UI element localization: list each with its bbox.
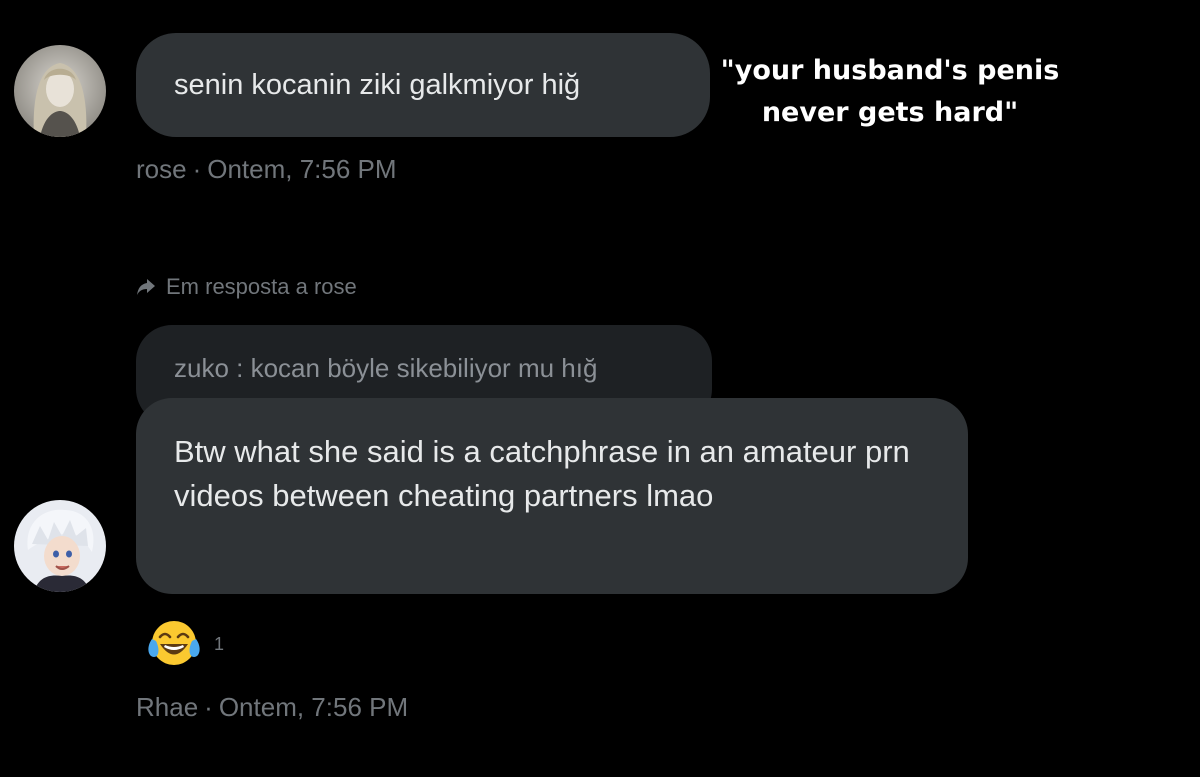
avatar-rose[interactable]: [14, 45, 106, 137]
reply-context[interactable]: Em resposta a rose: [136, 274, 357, 300]
avatar-rhae-image: [14, 500, 106, 592]
reply-context-label: Em resposta a rose: [166, 274, 357, 299]
separator-dot: ·: [204, 692, 213, 722]
caption-line-2: never gets hard": [761, 97, 1019, 128]
reply-arrow-icon: [137, 279, 155, 295]
timestamp: Ontem, 7:56 PM: [207, 154, 397, 184]
avatar-rose-image: [14, 45, 106, 137]
tears-of-joy-emoji-icon: [148, 621, 200, 665]
reaction-count: 1: [214, 633, 225, 654]
separator-dot: ·: [192, 154, 202, 184]
translation-caption: "your husband's penis never gets hard": [690, 50, 1090, 134]
sender-name[interactable]: Rhae: [136, 692, 198, 722]
reaction[interactable]: 1: [146, 617, 224, 669]
message-meta-rose: rose · Ontem, 7:56 PM: [136, 154, 397, 185]
timestamp: Ontem, 7:56 PM: [218, 692, 409, 722]
sender-name[interactable]: rose: [136, 154, 187, 184]
caption-line-1: "your husband's penis: [720, 55, 1060, 86]
message-bubble-rhae[interactable]: Btw what she said is a catchphrase in an…: [136, 398, 968, 594]
avatar-rhae[interactable]: [14, 500, 106, 592]
message-meta-rhae: Rhae · Ontem, 7:56 PM: [136, 692, 408, 723]
message-text: Btw what she said is a catchphrase in an…: [174, 434, 910, 513]
quoted-text: zuko : kocan böyle sikebiliyor mu hığ: [174, 353, 598, 383]
message-bubble-rose[interactable]: senin kocanin ziki galkmiyor hiğ: [136, 33, 710, 137]
message-text: senin kocanin ziki galkmiyor hiğ: [174, 68, 581, 101]
